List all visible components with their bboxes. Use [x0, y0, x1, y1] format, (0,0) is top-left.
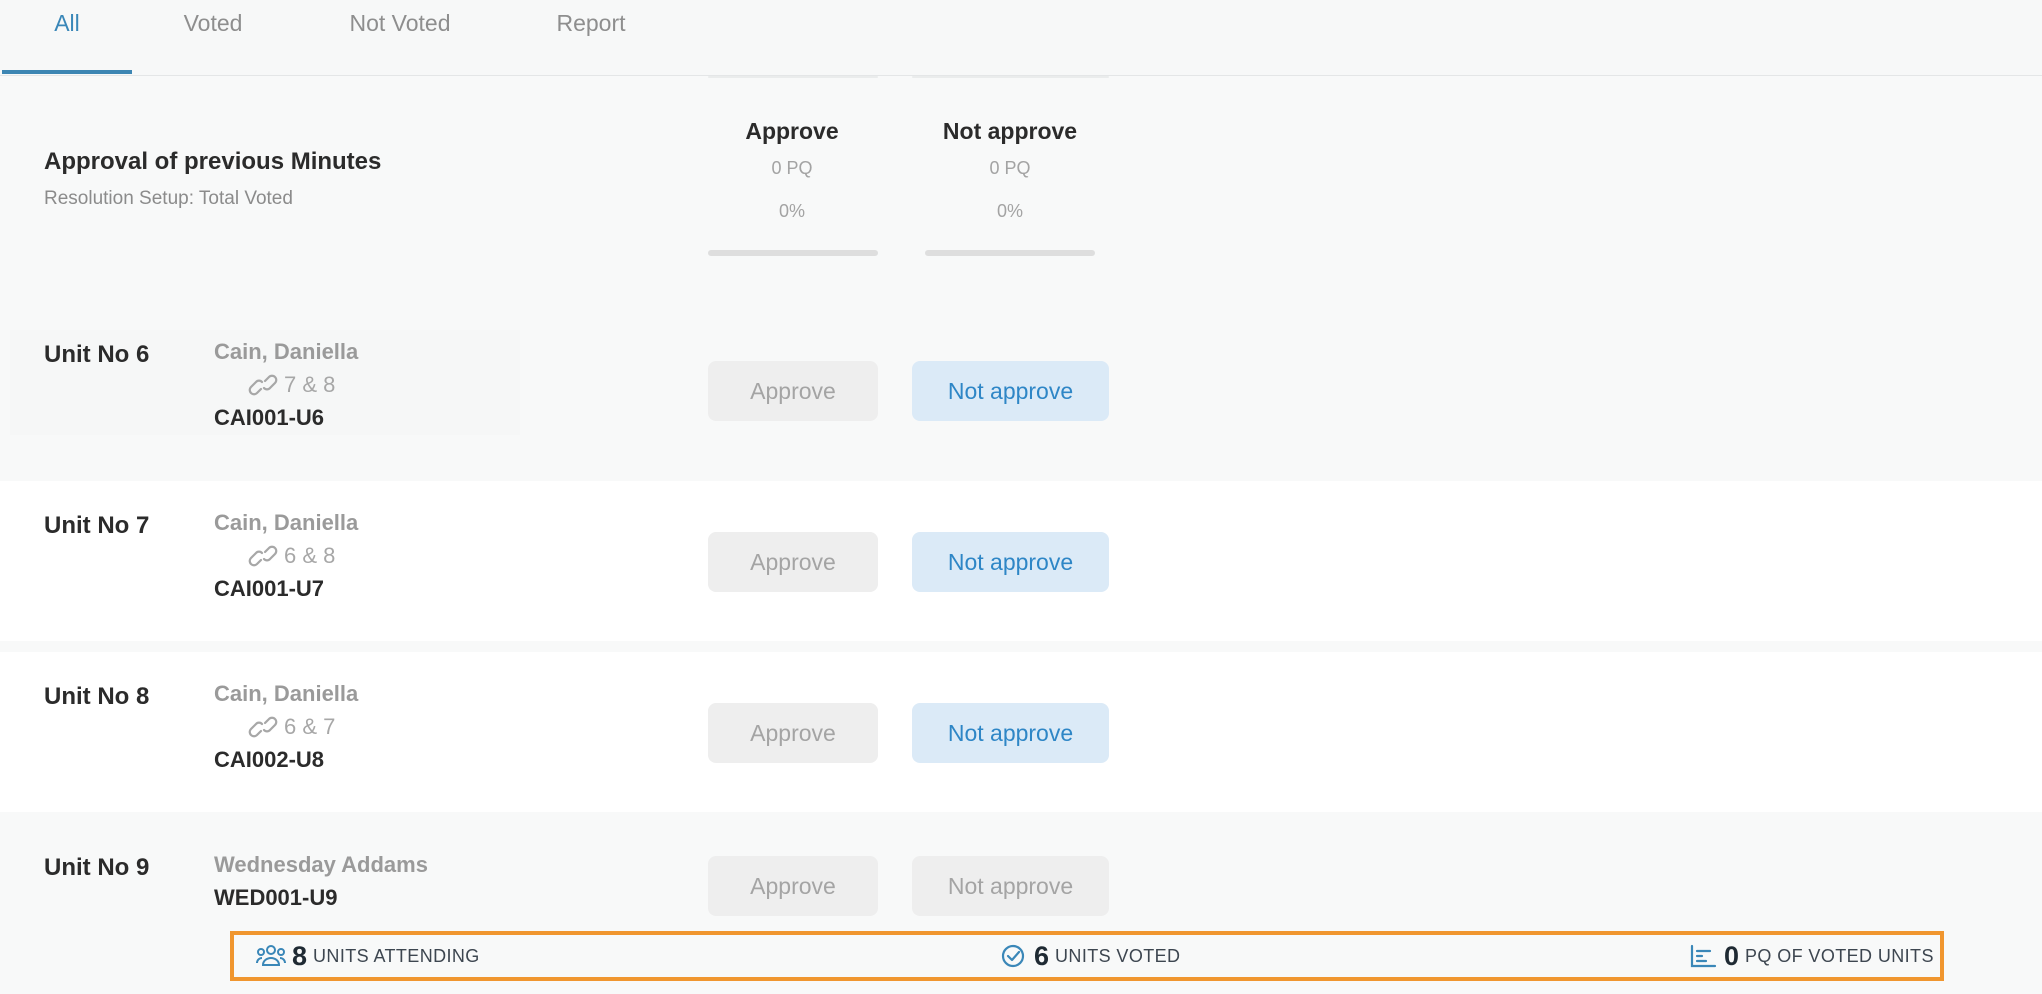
linked-units-label: 6 & 8	[284, 543, 336, 568]
tab-all[interactable]: All	[2, 0, 132, 75]
unit-code: CAI001-U6	[214, 405, 325, 430]
not-approve-button[interactable]: Not approve	[912, 703, 1109, 763]
owner-name: Cain, Daniella	[214, 510, 359, 535]
active-tab-indicator	[2, 70, 132, 74]
units-attending-label: UNITS ATTENDING	[313, 945, 480, 966]
approve-button[interactable]: Approve	[708, 361, 878, 421]
unit-code: WED001-U9	[214, 885, 338, 910]
approve-button[interactable]: Approve	[708, 703, 878, 763]
resolution-subtitle: Resolution Setup: Total Voted	[44, 188, 293, 209]
option-not-approve-percent: 0%	[996, 201, 1023, 221]
resolution-title: Approval of previous Minutes	[44, 148, 382, 175]
tab-voted[interactable]: Voted	[165, 0, 261, 75]
units-voted-stat: 6 UNITS VOTED	[998, 935, 1180, 977]
tab-report[interactable]: Report	[535, 0, 647, 75]
owner-name: Cain, Daniella	[214, 681, 359, 706]
linked-units: 6 & 7	[248, 714, 335, 740]
unit-number: Unit No 7	[44, 512, 150, 539]
link-icon	[248, 716, 278, 738]
units-voted-count: 6	[1034, 940, 1050, 971]
unit-number: Unit No 8	[44, 683, 150, 710]
users-icon	[256, 945, 286, 966]
option-approve-pq: 0 PQ	[771, 158, 813, 178]
unit-code: CAI001-U7	[214, 576, 325, 601]
unit-row: Unit No 6 Cain, Daniella 7 & 8 CAI001-U6…	[0, 310, 2042, 470]
option-not-approve-progress	[925, 250, 1095, 256]
option-not-approve-pq: 0 PQ	[989, 158, 1031, 178]
voting-stats-bar: 8 UNITS ATTENDING 6 UNITS VOTED 0 PQ OF …	[230, 931, 1944, 981]
vote-filter-tabs: All Voted Not Voted Report	[0, 0, 2042, 76]
pq-voted-label: PQ OF VOTED UNITS	[1745, 945, 1934, 966]
option-approve-heading: Approve	[745, 118, 839, 144]
owner-name: Cain, Daniella	[214, 339, 359, 364]
units-attending-stat: 8 UNITS ATTENDING	[256, 935, 480, 977]
linked-units-label: 7 & 8	[284, 372, 336, 397]
unit-number: Unit No 6	[44, 341, 150, 368]
units-voted-label: UNITS VOTED	[1055, 945, 1181, 966]
check-circle-icon	[1001, 944, 1025, 968]
not-approve-button[interactable]: Not approve	[912, 361, 1109, 421]
link-icon	[248, 545, 278, 567]
approve-button[interactable]: Approve	[708, 856, 878, 916]
divider	[708, 76, 878, 78]
pq-voted-count: 0	[1724, 940, 1740, 971]
unit-number: Unit No 9	[44, 854, 150, 881]
linked-units-label: 6 & 7	[284, 714, 336, 739]
not-approve-button[interactable]: Not approve	[912, 856, 1109, 916]
link-icon	[248, 374, 278, 396]
owner-name: Wednesday Addams	[214, 852, 428, 877]
approve-button[interactable]: Approve	[708, 532, 878, 592]
unit-code: CAI002-U8	[214, 747, 325, 772]
divider	[912, 76, 1109, 78]
option-not-approve-heading: Not approve	[942, 118, 1078, 144]
linked-units: 7 & 8	[248, 372, 335, 398]
linked-units: 6 & 8	[248, 543, 335, 569]
tab-not-voted[interactable]: Not Voted	[330, 0, 470, 75]
units-attending-count: 8	[292, 940, 308, 971]
unit-row: Unit No 7 Cain, Daniella 6 & 8 CAI001-U7…	[0, 481, 2042, 641]
pq-voted-stat: 0 PQ OF VOTED UNITS	[1688, 935, 1934, 977]
bar-chart-icon	[1690, 944, 1717, 968]
option-approve-percent: 0%	[778, 201, 805, 221]
not-approve-button[interactable]: Not approve	[912, 532, 1109, 592]
option-approve-progress	[708, 250, 878, 256]
unit-row: Unit No 8 Cain, Daniella 6 & 7 CAI002-U8…	[0, 652, 2042, 812]
